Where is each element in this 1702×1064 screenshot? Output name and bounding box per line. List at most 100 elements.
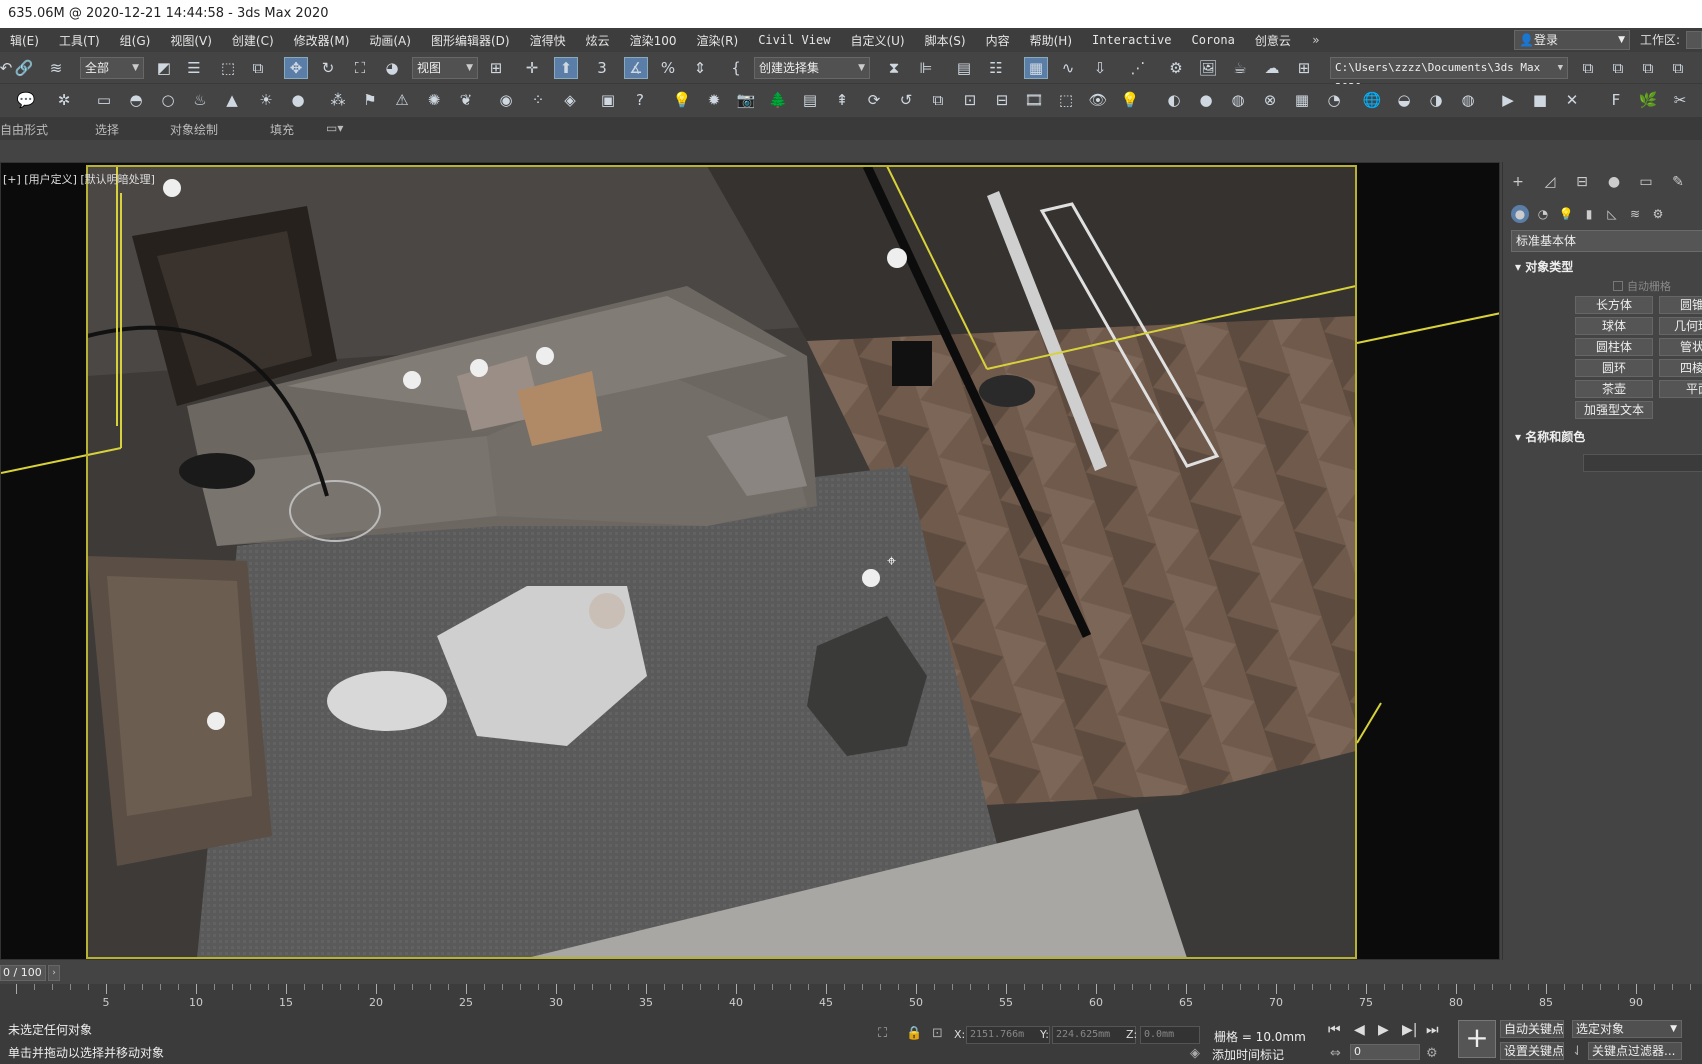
add-time-tag[interactable]: 添加时间标记 [1212, 1046, 1284, 1063]
menu-edit[interactable]: 辑(E) [0, 32, 49, 49]
corona-window-icon[interactable]: ▦ [1290, 89, 1314, 111]
ies-light-icon[interactable]: ✹ [702, 89, 726, 111]
copy-icon[interactable]: ⧉ [926, 89, 950, 111]
y-coordinate-field[interactable]: 224.625mm [1052, 1026, 1136, 1044]
z-coordinate-field[interactable]: 0.0mm [1140, 1026, 1200, 1044]
project-open-icon[interactable]: ⧉ [1636, 57, 1660, 79]
material-library-icon[interactable]: ◈ [558, 89, 582, 111]
lock-icon[interactable]: 🔒 [906, 1026, 922, 1041]
select-object-icon[interactable]: ◩ [152, 57, 176, 79]
selection-filter-dropdown[interactable]: 全部 ▼ [80, 57, 144, 79]
percent-snap-icon[interactable]: % [656, 57, 680, 79]
current-frame-field[interactable]: 0 [1350, 1044, 1420, 1060]
scatter-icon[interactable]: ⁂ [326, 89, 350, 111]
edit-named-selection-icon[interactable]: { [724, 57, 748, 79]
object-name-field[interactable] [1583, 454, 1702, 472]
time-slider[interactable]: 0 / 100 › [0, 962, 1702, 984]
link-icon[interactable]: 🔗 [12, 57, 36, 79]
cycle-icon[interactable]: ⟳ [862, 89, 886, 111]
key-filters-button[interactable]: 关键点过滤器... [1588, 1042, 1682, 1060]
close-icon[interactable]: ✕ [1560, 89, 1584, 111]
refresh-icon[interactable]: ↺ [894, 89, 918, 111]
menu-help[interactable]: 帮助(H) [1020, 32, 1082, 49]
sphere-button[interactable]: 球体 [1575, 317, 1653, 335]
corona-pattern-icon[interactable]: ⊗ [1258, 89, 1282, 111]
menu-civil-view[interactable]: Civil View [748, 33, 840, 47]
tree-icon[interactable]: 🌲 [766, 89, 790, 111]
ribbon-tab-freeform[interactable]: 自由形式 [0, 121, 48, 138]
next-frame-icon[interactable]: › [48, 965, 60, 981]
menu-rendering[interactable]: 渲染(R) [687, 32, 749, 49]
layer-explorer-icon[interactable]: ☷ [984, 57, 1008, 79]
time-config-icon[interactable]: ⚙ [1426, 1046, 1438, 1061]
menu-modifiers[interactable]: 修改器(M) [284, 32, 360, 49]
camera-tool-icon[interactable]: ✲ [52, 89, 76, 111]
forest-icon[interactable]: ⇞ [830, 89, 854, 111]
menu-animation[interactable]: 动画(A) [359, 32, 421, 49]
utilities-tab-icon[interactable]: ✎ [1667, 172, 1689, 192]
viewport-scene[interactable]: ⌖ [87, 166, 1356, 958]
angle-snap-icon[interactable]: ∡ [624, 57, 648, 79]
sun-light-icon[interactable]: ☀ [254, 89, 278, 111]
menu-content[interactable]: 内容 [976, 32, 1020, 49]
align-icon[interactable]: ⊫ [914, 57, 938, 79]
text-plus-button[interactable]: 加强型文本 [1575, 401, 1653, 419]
teapot-button[interactable]: 茶壶 [1575, 380, 1653, 398]
select-place-icon[interactable]: ◕ [380, 57, 404, 79]
curve-editor-icon[interactable]: ∿ [1056, 57, 1080, 79]
transform-mode-icon[interactable]: ⊡ [932, 1026, 943, 1041]
login-dropdown[interactable]: 👤登录 ▼ [1514, 30, 1630, 50]
render-grid-icon[interactable]: ⊞ [1292, 57, 1316, 79]
crop-icon[interactable]: ⬚ [1054, 89, 1078, 111]
key-filter-icon[interactable]: ⇃ [1572, 1044, 1583, 1059]
ribbon-tab-populate[interactable]: 填充 [270, 121, 294, 138]
light-lister-icon[interactable]: 💬 [14, 89, 38, 111]
light-bulb-icon[interactable]: 💡 [670, 89, 694, 111]
eye-icon[interactable]: 👁 [1086, 89, 1110, 111]
stop-icon[interactable]: ■ [1528, 89, 1552, 111]
track-bar[interactable]: 5101520253035404550556065707580859095 [0, 984, 1702, 1010]
converter-icon[interactable]: ▣ [596, 89, 620, 111]
tube-button[interactable]: 管状体 [1659, 338, 1702, 356]
render-production-icon[interactable]: ☕ [1228, 57, 1252, 79]
menu-scripting[interactable]: 脚本(S) [915, 32, 976, 49]
box-button[interactable]: 长方体 [1575, 296, 1653, 314]
striped-sphere-icon[interactable]: ◍ [1456, 89, 1480, 111]
proxy-icon[interactable]: ⚑ [358, 89, 382, 111]
lights-icon[interactable]: 💡 [1557, 205, 1575, 223]
window-crossing-icon[interactable]: ⧉ [246, 57, 270, 79]
select-by-name-icon[interactable]: ☰ [182, 57, 206, 79]
cone-primitive-icon[interactable]: ▲ [220, 89, 244, 111]
ribbon-tab-selection[interactable]: 选择 [95, 121, 119, 138]
cone-button[interactable]: 圆锥体 [1659, 296, 1702, 314]
set-key-icon[interactable]: + [1458, 1020, 1496, 1058]
table-icon[interactable]: ▤ [798, 89, 822, 111]
geosphere-button[interactable]: 几何球体 [1659, 317, 1702, 335]
time-tag-icon[interactable]: ◈ [1190, 1046, 1200, 1061]
camera-icon[interactable]: 📷 [734, 89, 758, 111]
plant-icon[interactable]: ❦ [454, 89, 478, 111]
manipulate-icon[interactable]: ✛ [520, 57, 544, 79]
keyboard-shortcut-override-icon[interactable]: ⬆ [554, 57, 578, 79]
menu-group[interactable]: 组(G) [110, 32, 161, 49]
ribbon-toggle-icon[interactable]: ▦ [1024, 57, 1048, 79]
spinner-snap-icon[interactable]: ⇕ [688, 57, 712, 79]
sphere-primitive-icon[interactable]: ○ [156, 89, 180, 111]
schematic-view-icon[interactable]: ⇩ [1088, 57, 1112, 79]
key-mode-icon[interactable]: ⇔ [1330, 1046, 1341, 1061]
time-slider-frame[interactable]: 0 / 100 [0, 965, 46, 981]
ribbon-tab-object-paint[interactable]: 对象绘制 [170, 121, 218, 138]
auto-key-button[interactable]: 自动关键点 [1500, 1020, 1564, 1038]
shapes-icon[interactable]: ◔ [1534, 205, 1552, 223]
name-color-rollout[interactable]: ▾ 名称和颜色 [1515, 428, 1585, 445]
fur-icon[interactable]: ✺ [422, 89, 446, 111]
project-settings-icon[interactable]: ⧉ [1666, 57, 1690, 79]
autogrid-checkbox[interactable]: 自动栅格 [1613, 278, 1671, 294]
align-view-icon[interactable]: ⊟ [990, 89, 1014, 111]
corona-sun-icon[interactable]: ● [1194, 89, 1218, 111]
rect-selection-icon[interactable]: ⬚ [216, 57, 240, 79]
corona-camera-icon[interactable]: ◐ [1162, 89, 1186, 111]
systems-icon[interactable]: ⚙ [1649, 205, 1667, 223]
project-folder-dropdown[interactable]: C:\Users\zzzz\Documents\3ds Max 2020▼ [1330, 57, 1568, 94]
render-setup-icon[interactable]: ⚙ [1164, 57, 1188, 79]
